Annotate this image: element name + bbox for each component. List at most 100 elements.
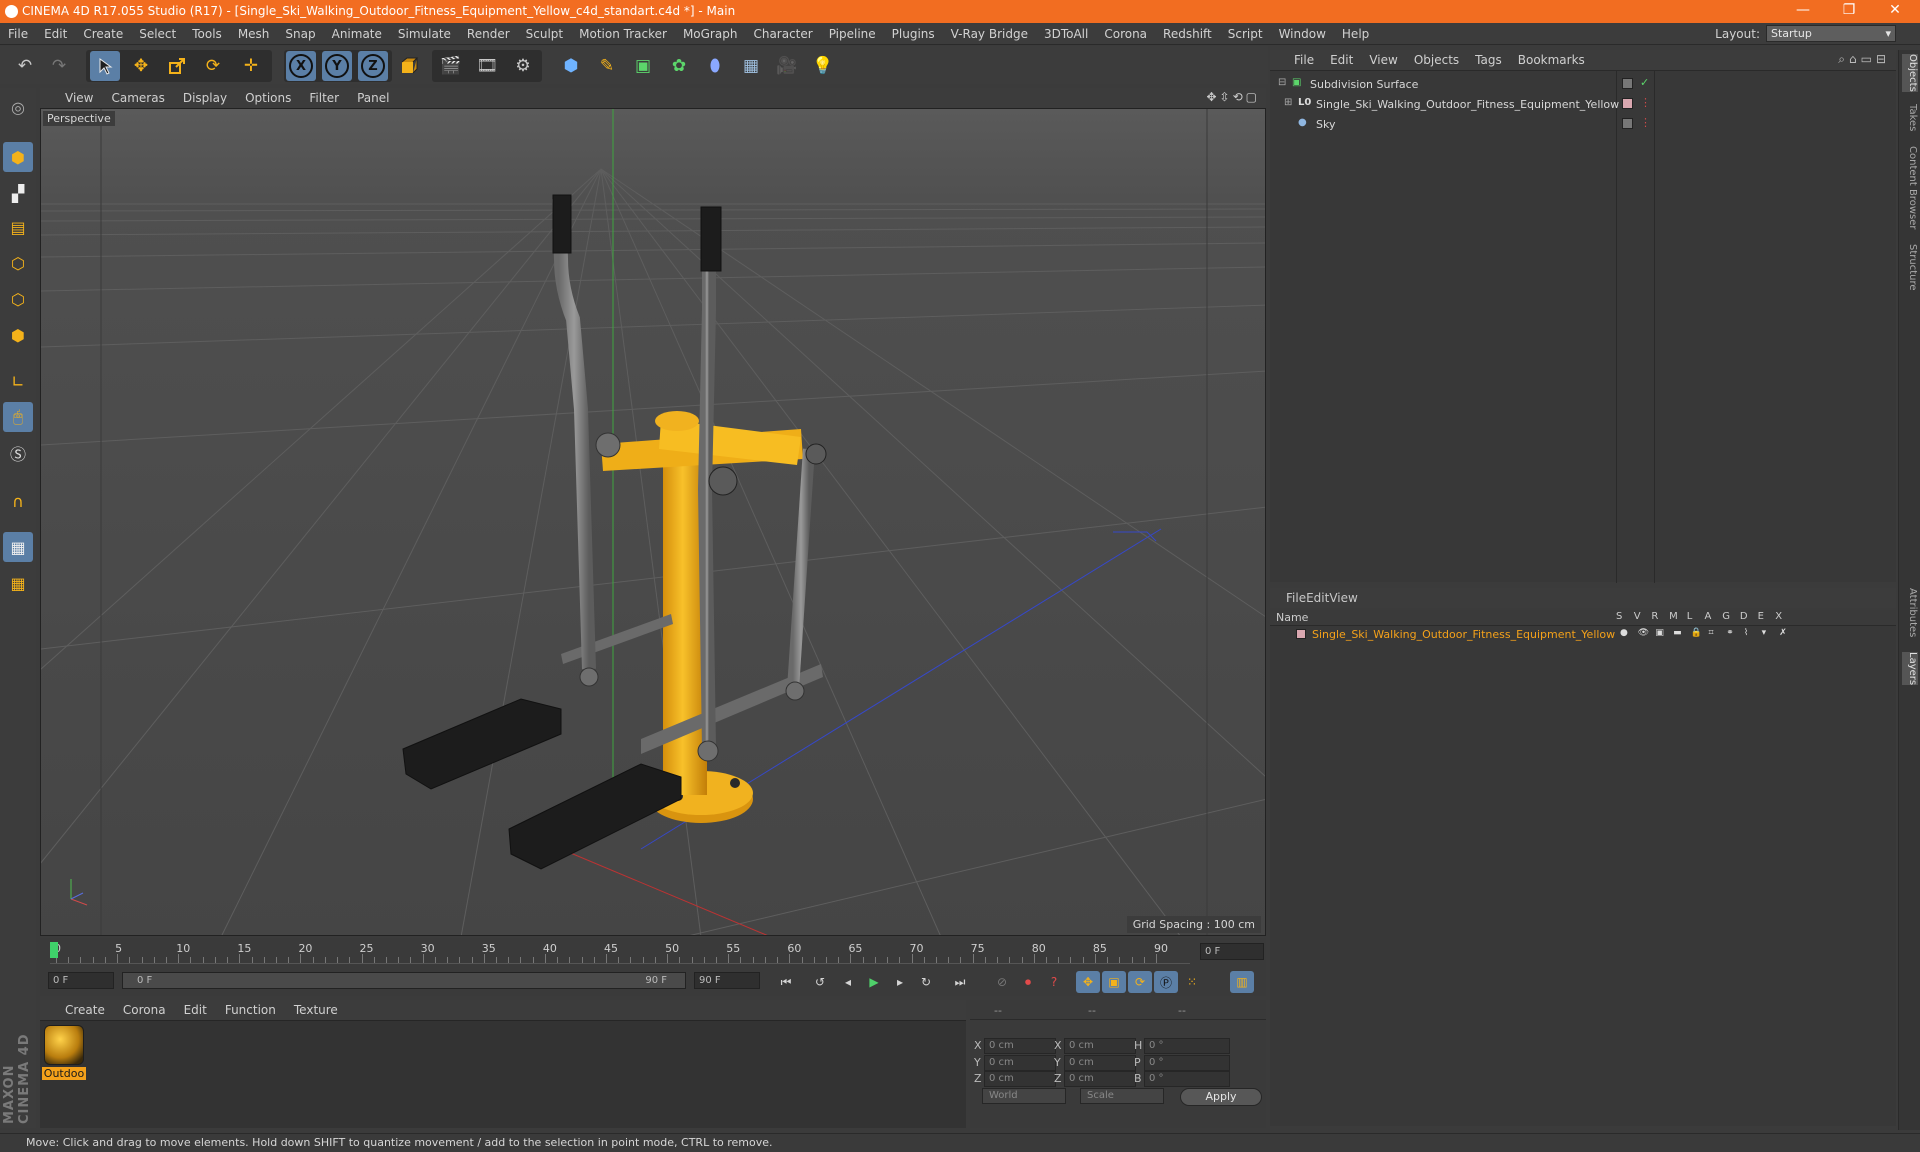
viewport-menu-options[interactable]: Options	[236, 88, 300, 108]
object-row[interactable]: ● Sky ⋮	[1270, 115, 1896, 135]
world-coordinates-icon[interactable]	[394, 51, 424, 81]
z-axis-icon[interactable]: Z	[358, 51, 388, 81]
timeline-ruler[interactable]: 051015202530354045505560657075808590 0 F	[40, 938, 1266, 966]
menu-help[interactable]: Help	[1334, 23, 1377, 45]
key-parameter-icon[interactable]: Ⓟ	[1154, 971, 1178, 993]
autokeying-icon[interactable]: ⏺	[1016, 971, 1040, 993]
maximize-button[interactable]: ❐	[1826, 2, 1872, 20]
layer-name[interactable]: Single_Ski_Walking_Outdoor_Fitness_Equip…	[1312, 628, 1615, 641]
go-to-next-key-icon[interactable]: ↻	[914, 971, 938, 993]
material-menu-create[interactable]: Create	[56, 1000, 114, 1020]
edge-tab-content-browser[interactable]: Content Browser	[1902, 146, 1918, 229]
object-name[interactable]: Sky	[1316, 118, 1335, 131]
layer-menu-edit[interactable]: Edit	[1306, 591, 1329, 605]
layer-menu-view[interactable]: View	[1329, 591, 1357, 605]
start-frame-field[interactable]: 0 F	[48, 972, 114, 989]
menu-motion-tracker[interactable]: Motion Tracker	[571, 23, 675, 45]
tree-toggle-icon[interactable]: ⊞	[1284, 97, 1292, 108]
coord-value-field[interactable]: 0 cm	[1064, 1054, 1136, 1071]
layer-toggle-icon[interactable]: ▬	[1673, 628, 1682, 638]
material-thumbnail[interactable]: Outdoo	[42, 1025, 86, 1080]
object-menu-file[interactable]: File	[1286, 50, 1322, 70]
size-mode-select[interactable]: Scale	[1080, 1088, 1164, 1104]
layer-toggle-icon[interactable]: 🔒	[1691, 628, 1702, 638]
edge-tab-attributes[interactable]: Attributes	[1902, 588, 1918, 637]
menu-animate[interactable]: Animate	[324, 23, 390, 45]
menu-window[interactable]: Window	[1271, 23, 1334, 45]
redo-icon[interactable]: ↷	[44, 51, 74, 81]
object-mode-icon[interactable]: ⬢	[3, 142, 33, 172]
subdivision-icon[interactable]: ▣	[628, 51, 658, 81]
layer-toggle-icon[interactable]: ●	[1620, 628, 1628, 638]
go-to-start-icon[interactable]: ⏮	[774, 971, 798, 993]
edge-tab-takes[interactable]: Takes	[1902, 104, 1918, 131]
coord-value-field[interactable]: 0 cm	[984, 1071, 1056, 1087]
next-frame-icon[interactable]: ▸	[888, 971, 912, 993]
snap-magnet-icon[interactable]: ∩	[3, 486, 33, 516]
render-view-icon[interactable]: 🎬	[436, 51, 466, 81]
layout-select[interactable]: Startup	[1766, 25, 1896, 42]
select-arrow-icon[interactable]	[90, 51, 120, 81]
material-menu-edit[interactable]: Edit	[175, 1000, 216, 1020]
light-icon[interactable]: 💡	[808, 51, 838, 81]
quantize-icon[interactable]: ▦	[3, 568, 33, 598]
points-mode-icon[interactable]: ⬡	[3, 248, 33, 278]
edge-tab-objects[interactable]: Objects	[1902, 54, 1918, 92]
layer-color-swatch[interactable]	[1622, 98, 1633, 109]
viewport-menu-cameras[interactable]: Cameras	[102, 88, 173, 108]
coord-value-field[interactable]: 0 °	[1144, 1071, 1230, 1087]
object-menu-view[interactable]: View	[1361, 50, 1405, 70]
end-frame-field[interactable]: 90 F	[694, 972, 760, 989]
coord-value-field[interactable]: 0 cm	[984, 1038, 1056, 1054]
menu-select[interactable]: Select	[131, 23, 184, 45]
close-button[interactable]: ✕	[1872, 2, 1918, 20]
layer-color-swatch[interactable]	[1622, 118, 1633, 129]
layer-toggle-icon[interactable]: ⌗	[1709, 628, 1714, 638]
layer-row[interactable]: Single_Ski_Walking_Outdoor_Fitness_Equip…	[1270, 626, 1896, 644]
viewport-menu-view[interactable]: View	[56, 88, 102, 108]
model-mode-icon[interactable]: ◎	[3, 92, 33, 122]
coord-value-field[interactable]: 0 cm	[984, 1054, 1056, 1071]
material-menu-function[interactable]: Function	[216, 1000, 285, 1020]
keyframe-selection-icon[interactable]: ?	[1042, 971, 1066, 993]
visibility-dots-icon[interactable]: ⋮	[1640, 116, 1651, 129]
layer-toggle-icon[interactable]: ▣	[1655, 628, 1664, 638]
key-position-icon[interactable]: ✥	[1076, 971, 1100, 993]
timeline-ticks[interactable]: 051015202530354045505560657075808590	[50, 942, 1190, 964]
edge-tab-layers[interactable]: Layers	[1902, 652, 1918, 686]
material-menu-texture[interactable]: Texture	[285, 1000, 347, 1020]
live-select-icon[interactable]: ✛	[236, 51, 266, 81]
menu-3dtoall[interactable]: 3DToAll	[1036, 23, 1096, 45]
object-menu-edit[interactable]: Edit	[1322, 50, 1361, 70]
axis-mode-icon[interactable]: ∟	[3, 366, 33, 396]
layer-toggle-icon[interactable]: ⌇	[1744, 628, 1748, 638]
play-icon[interactable]: ▶	[862, 971, 886, 993]
go-to-previous-key-icon[interactable]: ↺	[808, 971, 832, 993]
menu-mograph[interactable]: MoGraph	[675, 23, 746, 45]
enabled-check-icon[interactable]: ✓	[1640, 76, 1649, 89]
cube-object-icon[interactable]: ⬢	[556, 51, 586, 81]
coordinate-system-select[interactable]: World	[982, 1088, 1066, 1104]
material-menu-corona[interactable]: Corona	[114, 1000, 175, 1020]
key-rotation-icon[interactable]: ⟳	[1128, 971, 1152, 993]
y-axis-icon[interactable]: Y	[322, 51, 352, 81]
layer-color-swatch[interactable]	[1296, 629, 1306, 639]
viewport-menu-filter[interactable]: Filter	[300, 88, 348, 108]
key-pla-icon[interactable]: ⁙	[1180, 971, 1204, 993]
menu-render[interactable]: Render	[459, 23, 518, 45]
move-icon[interactable]: ✥	[126, 51, 156, 81]
edit-render-settings-icon[interactable]: ⚙	[508, 51, 538, 81]
timeline-window-icon[interactable]: ▥	[1230, 971, 1254, 993]
solo-icon[interactable]: Ⓢ	[3, 438, 33, 468]
go-to-end-icon[interactable]: ⏭	[948, 971, 972, 993]
menu-sculpt[interactable]: Sculpt	[518, 23, 571, 45]
object-menu-objects[interactable]: Objects	[1406, 50, 1467, 70]
menu-character[interactable]: Character	[745, 23, 820, 45]
key-scale-icon[interactable]: ▣	[1102, 971, 1126, 993]
layer-toggle-icon[interactable]: 👁	[1638, 628, 1649, 638]
menu-plugins[interactable]: Plugins	[884, 23, 943, 45]
workplane-icon[interactable]: ▤	[3, 212, 33, 242]
object-name[interactable]: Single_Ski_Walking_Outdoor_Fitness_Equip…	[1316, 98, 1619, 111]
texture-mode-icon[interactable]: ▞	[3, 178, 33, 208]
object-row[interactable]: ⊟ ▣ Subdivision Surface ✓	[1270, 75, 1896, 95]
